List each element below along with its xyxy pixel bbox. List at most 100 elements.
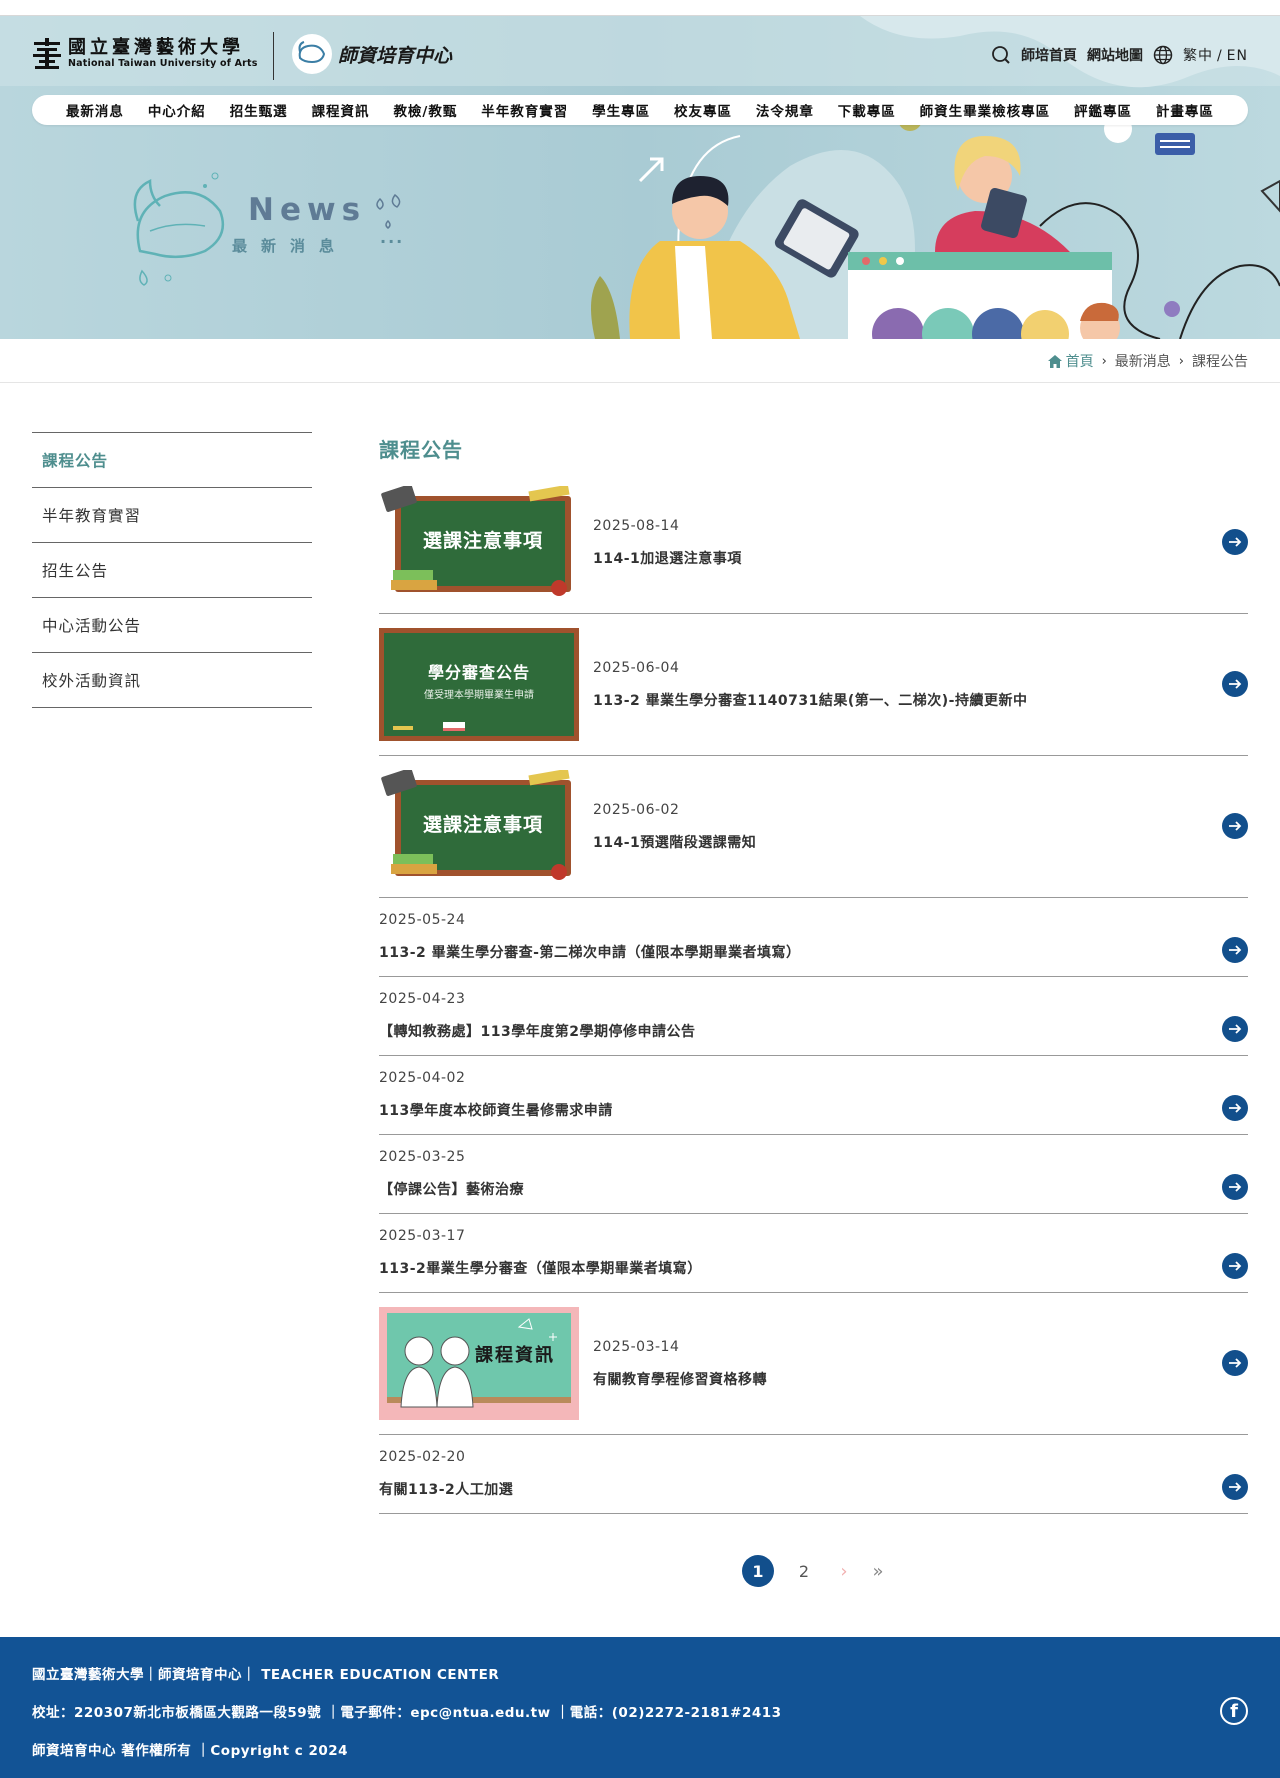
arrow-right-button[interactable] (1222, 1016, 1248, 1042)
thumbnail-caption: 學分審查公告 (427, 663, 530, 682)
news-date: 2025-06-02 (593, 802, 680, 818)
lang-en-link[interactable]: EN (1227, 48, 1248, 64)
nav-item-graduation-check[interactable]: 師資生畢業檢核專區 (920, 100, 1051, 120)
banner-title: News (248, 192, 367, 228)
thumbnail-caption: 選課注意事項 (422, 814, 543, 836)
arrow-right-icon (1229, 1358, 1242, 1368)
news-title[interactable]: 114-1加退選注意事項 (593, 548, 742, 568)
arrow-right-icon (1229, 537, 1242, 547)
arrow-right-icon (1229, 821, 1242, 831)
language-switch: 繁中 / EN (1183, 45, 1248, 65)
page-2-button[interactable]: 2 (788, 1555, 820, 1587)
breadcrumb-bar: 首頁 › 最新消息 › 課程公告 (0, 339, 1280, 383)
chalkboard-thumbnail[interactable]: 選課注意事項 (379, 770, 579, 883)
arrow-right-button[interactable] (1222, 671, 1248, 697)
center-logo-text: 師資培育中心 (338, 44, 453, 67)
chalkboard-thumbnail[interactable]: 學分審查公告 僅受理本學期畢業生申請 (379, 628, 579, 741)
arrow-right-icon (1229, 945, 1242, 955)
chalkboard-thumbnail[interactable]: 選課注意事項 (379, 486, 579, 599)
news-date: 2025-05-24 (379, 912, 466, 928)
arrow-right-button[interactable] (1222, 529, 1248, 555)
news-date: 2025-04-23 (379, 991, 466, 1007)
list-item[interactable]: 2025-05-24 113-2 畢業生學分審查-第二梯次申請（僅限本學期畢業者… (379, 898, 1248, 977)
arrow-right-button[interactable] (1222, 1095, 1248, 1121)
news-title[interactable]: 113-2 畢業生學分審查1140731結果(第一、二梯次)-持續更新中 (593, 690, 1027, 710)
main-nav: 最新消息 中心介紹 招生甄選 課程資訊 教檢/教甄 半年教育實習 學生專區 校友… (32, 95, 1248, 125)
news-date: 2025-08-14 (593, 518, 680, 534)
nav-item-downloads[interactable]: 下載專區 (838, 100, 896, 120)
arrow-right-icon (1229, 1261, 1242, 1271)
nav-item-news[interactable]: 最新消息 (66, 100, 124, 120)
arrow-right-button[interactable] (1222, 937, 1248, 963)
nav-item-students[interactable]: 學生專區 (592, 100, 650, 120)
list-item[interactable]: 2025-03-25 【停課公告】藝術治療 (379, 1135, 1248, 1214)
news-title[interactable]: 113學年度本校師資生暑修需求申請 (379, 1100, 613, 1120)
arrow-right-button[interactable] (1222, 1474, 1248, 1500)
nav-item-courses[interactable]: 課程資訊 (312, 100, 370, 120)
thumbnail-subcaption: 僅受理本學期畢業生申請 (424, 690, 534, 701)
course-info-thumbnail[interactable]: 課程資訊 (379, 1307, 579, 1420)
news-title[interactable]: 【轉知教務處】113學年度第2學期停修申請公告 (379, 1021, 695, 1041)
arrow-right-button[interactable] (1222, 1253, 1248, 1279)
last-page-icon[interactable]: » (868, 1561, 888, 1582)
news-date: 2025-03-14 (593, 1339, 680, 1355)
logo-divider (273, 32, 274, 80)
nav-item-internship[interactable]: 半年教育實習 (481, 100, 568, 120)
thumbnail-caption: 課程資訊 (475, 1345, 555, 1366)
footer-copyright: 師資培育中心 著作權所有 ｜Copyright c 2024 (32, 1743, 349, 1759)
sidebar-item-course-announcements[interactable]: 課程公告 (32, 433, 312, 488)
breadcrumb-home[interactable]: 首頁 (1047, 351, 1094, 371)
breadcrumb-news[interactable]: 最新消息 (1115, 351, 1171, 371)
nav-item-admission[interactable]: 招生甄選 (230, 100, 288, 120)
nav-item-regulations[interactable]: 法令規章 (756, 100, 814, 120)
center-logo[interactable]: 師資培育中心 (292, 34, 452, 74)
news-title[interactable]: 114-1預選階段選課需知 (593, 832, 756, 852)
breadcrumb-home-label: 首頁 (1065, 354, 1094, 370)
sidebar-item-center-activities[interactable]: 中心活動公告 (32, 598, 312, 653)
arrow-right-button[interactable] (1222, 1174, 1248, 1200)
search-icon[interactable] (991, 45, 1011, 65)
top-strip (0, 0, 1280, 16)
nav-item-about[interactable]: 中心介紹 (148, 100, 206, 120)
list-item[interactable]: 選課注意事項 2025-08-14 114-1加退選注意事項 (379, 472, 1248, 614)
nav-item-exam[interactable]: 教檢/教甄 (393, 100, 457, 120)
news-title[interactable]: 113-2 畢業生學分審查-第二梯次申請（僅限本學期畢業者填寫） (379, 942, 800, 962)
list-item[interactable]: 選課注意事項 2025-06-02 114-1預選階段選課需知 (379, 756, 1248, 898)
news-date: 2025-02-20 (379, 1449, 466, 1465)
sidebar-item-admission[interactable]: 招生公告 (32, 543, 312, 598)
list-item[interactable]: 2025-02-20 有關113-2人工加選 (379, 1435, 1248, 1514)
news-date: 2025-03-17 (379, 1228, 466, 1244)
sidebar: 課程公告 半年教育實習 招生公告 中心活動公告 校外活動資訊 (32, 432, 312, 708)
page-1-button[interactable]: 1 (742, 1555, 774, 1587)
facebook-icon[interactable]: f (1220, 1697, 1248, 1725)
news-title[interactable]: 【停課公告】藝術治療 (379, 1179, 524, 1199)
list-item[interactable]: 2025-03-17 113-2畢業生學分審查（僅限本學期畢業者填寫） (379, 1214, 1248, 1293)
list-item[interactable]: 2025-04-02 113學年度本校師資生暑修需求申請 (379, 1056, 1248, 1135)
globe-icon (1153, 45, 1173, 65)
news-title[interactable]: 113-2畢業生學分審查（僅限本學期畢業者填寫） (379, 1258, 702, 1278)
next-page-icon[interactable]: › (834, 1561, 854, 1582)
arrow-right-button[interactable] (1222, 1350, 1248, 1376)
list-item[interactable]: 2025-04-23 【轉知教務處】113學年度第2學期停修申請公告 (379, 977, 1248, 1056)
news-title[interactable]: 有關教育學程修習資格移轉 (593, 1369, 767, 1389)
arrow-right-button[interactable] (1222, 813, 1248, 839)
sidebar-item-external-activities[interactable]: 校外活動資訊 (32, 653, 312, 708)
nav-item-projects[interactable]: 計畫專區 (1156, 100, 1214, 120)
breadcrumb-current: 課程公告 (1192, 354, 1248, 370)
nav-item-alumni[interactable]: 校友專區 (674, 100, 732, 120)
lang-separator: / (1216, 48, 1223, 64)
sidebar-item-internship[interactable]: 半年教育實習 (32, 488, 312, 543)
sitemap-link[interactable]: 網站地圖 (1087, 45, 1143, 65)
list-item[interactable]: 課程資訊 2025-03-14 有關教育學程修習資格移轉 (379, 1293, 1248, 1435)
footer-org: 國立臺灣藝術大學｜師資培育中心｜ TEACHER EDUCATION CENTE… (32, 1667, 500, 1683)
university-logo[interactable]: 國立臺灣藝術大學 National Taiwan University of A… (32, 38, 258, 70)
nav-item-evaluation[interactable]: 評鑑專區 (1074, 100, 1132, 120)
banner-dots: ··· (380, 232, 405, 251)
arrow-right-icon (1229, 1103, 1242, 1113)
teacher-home-link[interactable]: 師培首頁 (1021, 45, 1077, 65)
arrow-right-icon (1229, 1182, 1242, 1192)
page-title: 課程公告 (379, 438, 463, 462)
news-title[interactable]: 有關113-2人工加選 (379, 1479, 513, 1499)
lang-zh-link[interactable]: 繁中 (1183, 48, 1213, 64)
list-item[interactable]: 學分審查公告 僅受理本學期畢業生申請 2025-06-04 113-2 畢業生學… (379, 614, 1248, 756)
